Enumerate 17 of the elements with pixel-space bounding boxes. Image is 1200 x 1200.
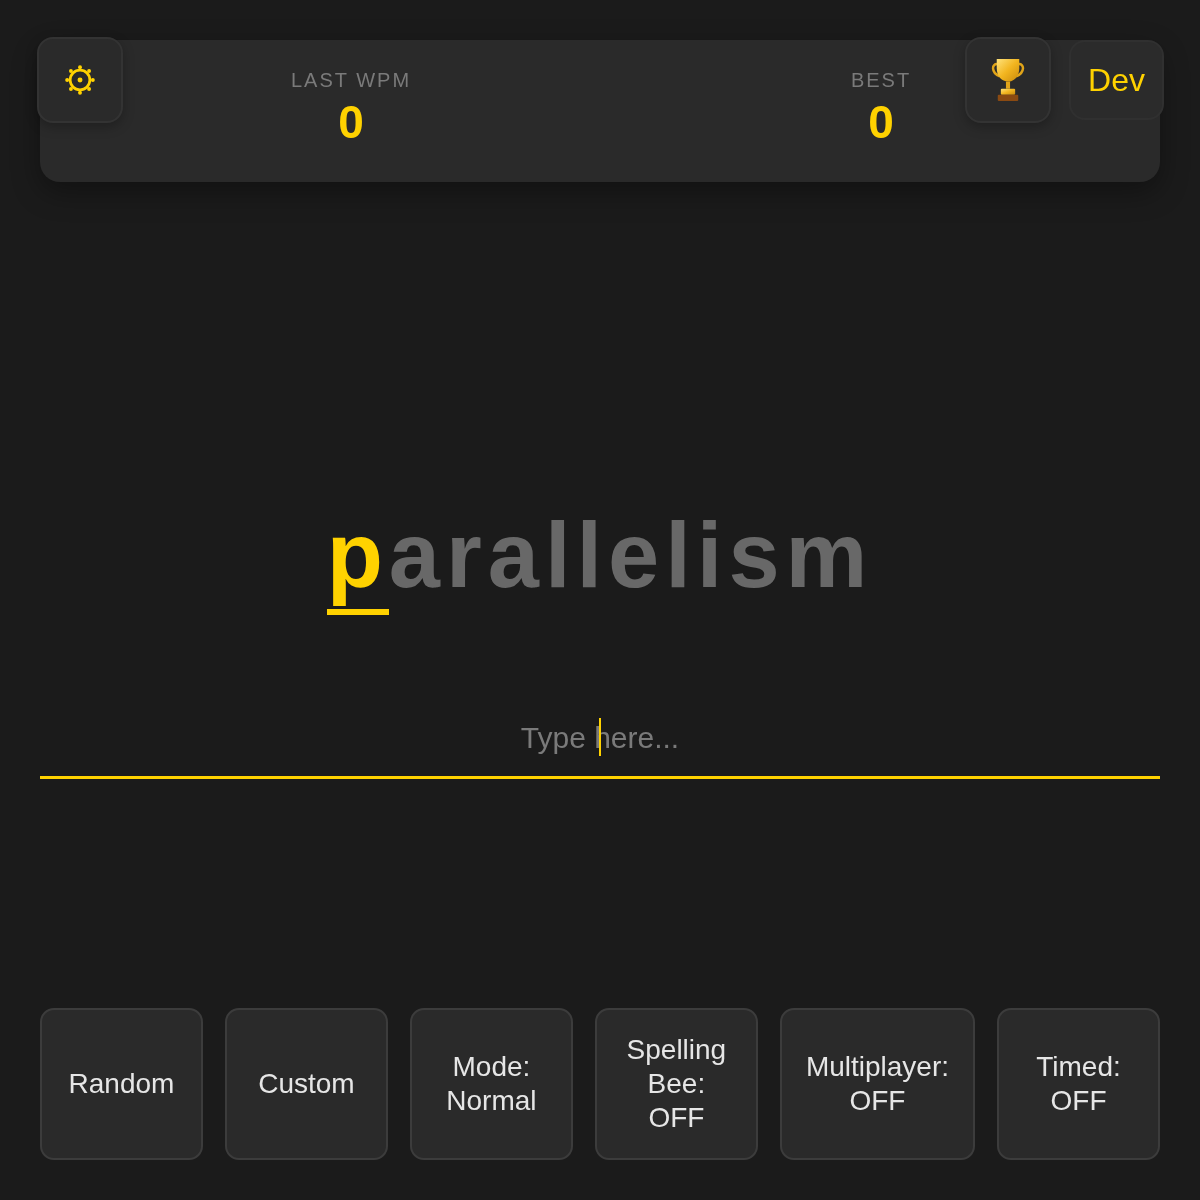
leaderboard-button[interactable] [965, 37, 1051, 123]
trophy-icon [989, 58, 1027, 102]
pending-letters: arallelism [388, 509, 874, 601]
mode-button[interactable]: Spelling Bee: OFF [594, 1008, 758, 1160]
mode-button[interactable]: Multiplayer: OFF [779, 1008, 976, 1160]
settings-button[interactable] [37, 37, 123, 123]
user-button[interactable]: Dev [1069, 40, 1164, 120]
mode-button[interactable]: Random [40, 1008, 203, 1160]
stat-value: 0 [338, 98, 364, 146]
settings-icon [65, 65, 95, 95]
stat-value: 0 [868, 98, 894, 146]
stat-label: LAST WPM [290, 68, 412, 92]
current-letter: p [326, 509, 389, 615]
mode-button[interactable]: Mode: Normal [409, 1008, 573, 1160]
mode-button[interactable]: Custom [224, 1008, 388, 1160]
stat-label: BEST [850, 68, 912, 92]
mode-button[interactable]: Timed: OFF [997, 1008, 1160, 1160]
